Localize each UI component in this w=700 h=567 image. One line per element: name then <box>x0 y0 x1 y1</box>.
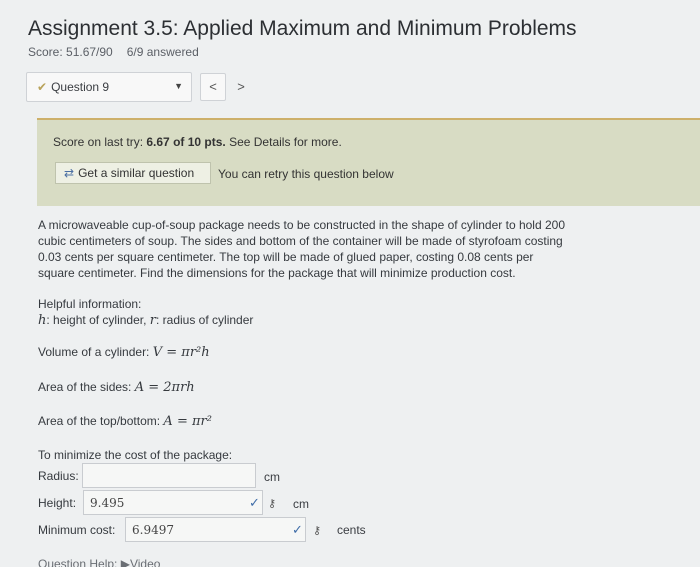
question-help: Question Help: ▶Video <box>38 557 160 567</box>
height-input[interactable]: 9.495 <box>83 490 263 515</box>
top-label: Area of the top/bottom: <box>38 414 164 428</box>
min-cost-unit: cents <box>337 523 366 537</box>
volume-formula: V = πr²h <box>152 345 210 360</box>
problem-line: cubic centimeters of soup. The sides and… <box>38 234 563 248</box>
question-select-label: Question 9 <box>51 80 110 94</box>
volume-label: Volume of a cylinder: <box>38 345 153 359</box>
var-h-desc: : height of cylinder, <box>46 313 150 327</box>
volume-formula-line: Volume of a cylinder: V = πr²h <box>38 345 210 360</box>
similar-question-label: Get a similar question <box>78 166 195 180</box>
score-summary: Score: 51.67/90 6/9 answered <box>28 45 199 59</box>
top-formula-line: Area of the top/bottom: A = πr² <box>38 414 212 429</box>
problem-line: 0.03 cents per square centimeter. The to… <box>38 250 534 264</box>
radius-label: Radius: <box>38 469 79 483</box>
similar-question-button[interactable]: ⇄ Get a similar question <box>55 162 211 184</box>
min-cost-input[interactable]: 6.9497 <box>125 517 306 542</box>
key-icon[interactable]: ⚷ <box>268 497 276 510</box>
score-text: Score: 51.67/90 <box>28 45 113 59</box>
question-select[interactable]: ✔ Question 9 ▼ <box>26 72 192 102</box>
last-try-score: Score on last try: 6.67 of 10 pts. See D… <box>53 135 342 149</box>
sides-formula: A = 2πrh <box>134 380 195 395</box>
score-prefix: Score on last try: <box>53 135 147 149</box>
video-link[interactable]: ▶Video <box>121 557 161 567</box>
helpful-title: Helpful information: <box>38 297 142 311</box>
correct-check-icon: ✓ <box>292 522 303 537</box>
sides-label: Area of the sides: <box>38 380 135 394</box>
helpful-variables: h: height of cylinder, r: radius of cyli… <box>38 313 253 328</box>
height-label: Height: <box>38 496 77 510</box>
video-label: Video <box>129 557 161 567</box>
partial-check-icon: ✔ <box>37 80 48 94</box>
retry-message: You can retry this question below <box>218 167 394 181</box>
previous-question-button[interactable]: < <box>200 73 226 101</box>
var-r-desc: : radius of cylinder <box>156 313 254 327</box>
swap-icon: ⇄ <box>64 166 75 180</box>
caret-down-icon: ▼ <box>174 81 183 91</box>
problem-line: A microwaveable cup-of-soup package need… <box>38 218 565 232</box>
answered-count: 6/9 answered <box>126 45 199 59</box>
minimize-label: To minimize the cost of the package: <box>38 448 233 462</box>
question-help-label: Question Help: <box>38 557 118 567</box>
correct-check-icon: ✓ <box>249 495 260 510</box>
page-title: Assignment 3.5: Applied Maximum and Mini… <box>28 17 577 40</box>
problem-line: square centimeter. Find the dimensions f… <box>38 266 516 280</box>
min-cost-label: Minimum cost: <box>38 523 116 537</box>
next-question-button[interactable]: > <box>228 73 254 101</box>
height-unit: cm <box>293 497 309 511</box>
radius-input[interactable] <box>82 463 256 488</box>
radius-unit: cm <box>264 470 280 484</box>
key-icon[interactable]: ⚷ <box>313 524 321 537</box>
score-suffix: See Details for more. <box>225 135 342 149</box>
play-icon: ▶ <box>120 557 130 567</box>
top-formula: A = πr² <box>163 414 212 429</box>
score-points: 6.67 of 10 pts. <box>146 135 226 149</box>
sides-formula-line: Area of the sides: A = 2πrh <box>38 380 195 395</box>
